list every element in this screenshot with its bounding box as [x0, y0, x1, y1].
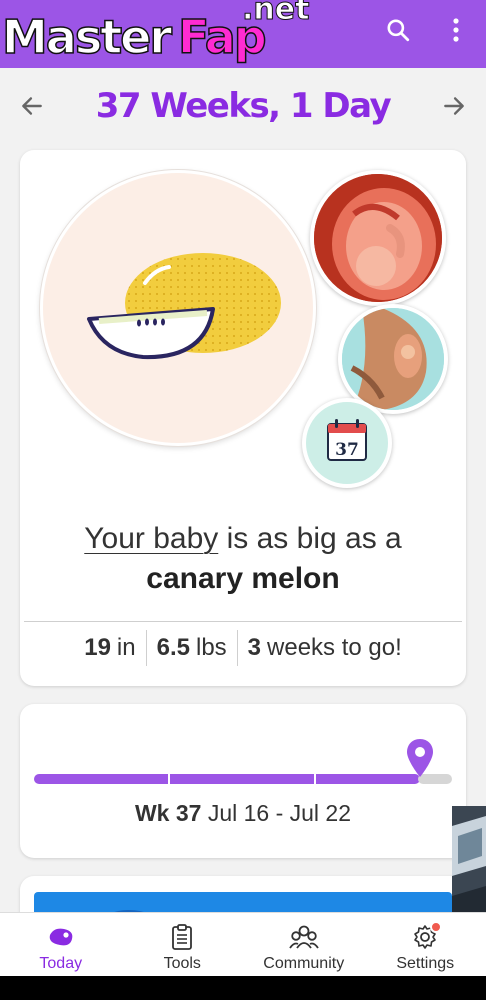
week-navigation: 37 Weeks, 1 Day	[0, 78, 486, 138]
clipboard-icon	[172, 924, 193, 950]
canary-melon-icon	[87, 253, 281, 360]
nav-community[interactable]: Community	[243, 913, 365, 977]
system-navigation-bar	[0, 976, 486, 1000]
baby-stats: 19 in 6.5 lbs 3 weeks to go!	[20, 630, 466, 666]
arrow-right-icon	[444, 97, 464, 115]
belly-illustration[interactable]	[338, 304, 448, 414]
week-title: 37 Weeks, 1 Day	[95, 86, 392, 126]
nav-today[interactable]: Today	[0, 913, 122, 977]
trimester-divider	[314, 774, 316, 784]
fetus-illustration[interactable]	[310, 170, 446, 306]
app-bar: Master Fap .net	[0, 0, 486, 68]
length-stat: 19 in	[74, 630, 145, 666]
arrow-left-icon	[22, 97, 42, 115]
size-comparison: Your baby is as big as a	[20, 522, 466, 556]
timeline-progress-fill	[34, 774, 420, 784]
nav-tools-label: Tools	[163, 955, 201, 972]
current-week-pin-icon[interactable]	[404, 737, 436, 781]
week-range: Wk 37 Jul 16 - Jul 22	[20, 800, 466, 827]
fetus-icon	[314, 174, 442, 302]
calendar-badge[interactable]: 37	[302, 398, 392, 488]
weeks-left-unit: weeks to go!	[267, 634, 402, 661]
nav-today-label: Today	[39, 955, 83, 972]
weeks-left-stat: 3 weeks to go!	[238, 630, 412, 666]
watermark: Master Fap .net	[1, 0, 322, 68]
your-baby-link[interactable]: Your baby	[84, 522, 218, 555]
week-dates: Jul 16 - Jul 22	[207, 800, 352, 826]
weight-value: 6.5	[156, 634, 190, 661]
search-icon	[387, 19, 410, 42]
calendar-icon: 37	[327, 419, 367, 461]
watermark-net: .net	[241, 0, 310, 28]
calendar-badge-number: 37	[335, 440, 359, 460]
size-comparison-text: is as big as a	[218, 522, 402, 555]
nav-settings-label: Settings	[396, 955, 455, 972]
length-value: 19	[84, 634, 111, 661]
week-label: Wk 37	[134, 800, 202, 826]
nav-community-label: Community	[263, 955, 345, 972]
weeks-left-value: 3	[247, 634, 262, 661]
pregnant-belly-icon	[342, 308, 444, 410]
fruit-name: canary melon	[146, 562, 340, 595]
divider	[24, 621, 462, 622]
weight-unit: lbs	[195, 634, 227, 661]
nav-settings[interactable]: Settings	[365, 913, 486, 977]
previous-week-button[interactable]	[12, 86, 52, 126]
watermark-master: Master	[1, 9, 173, 65]
baby-size-card: 37 Your baby is as big as a canary melon…	[20, 150, 466, 686]
next-week-button[interactable]	[434, 86, 474, 126]
community-icon	[289, 925, 319, 949]
bottom-navigation: Today Tools Community Settings	[0, 912, 486, 976]
search-button[interactable]	[378, 10, 418, 50]
more-vert-icon	[453, 18, 459, 42]
weight-stat: 6.5 lbs	[147, 630, 237, 666]
fruit-illustration[interactable]	[40, 170, 316, 446]
settings-notification-badge	[430, 921, 443, 933]
trimester-divider	[168, 774, 170, 784]
more-options-button[interactable]	[436, 10, 476, 50]
length-unit: in	[116, 634, 136, 661]
today-icon	[49, 928, 73, 946]
nav-tools[interactable]: Tools	[122, 913, 244, 977]
pregnancy-timeline-card[interactable]: Wk 37 Jul 16 - Jul 22	[20, 704, 466, 858]
